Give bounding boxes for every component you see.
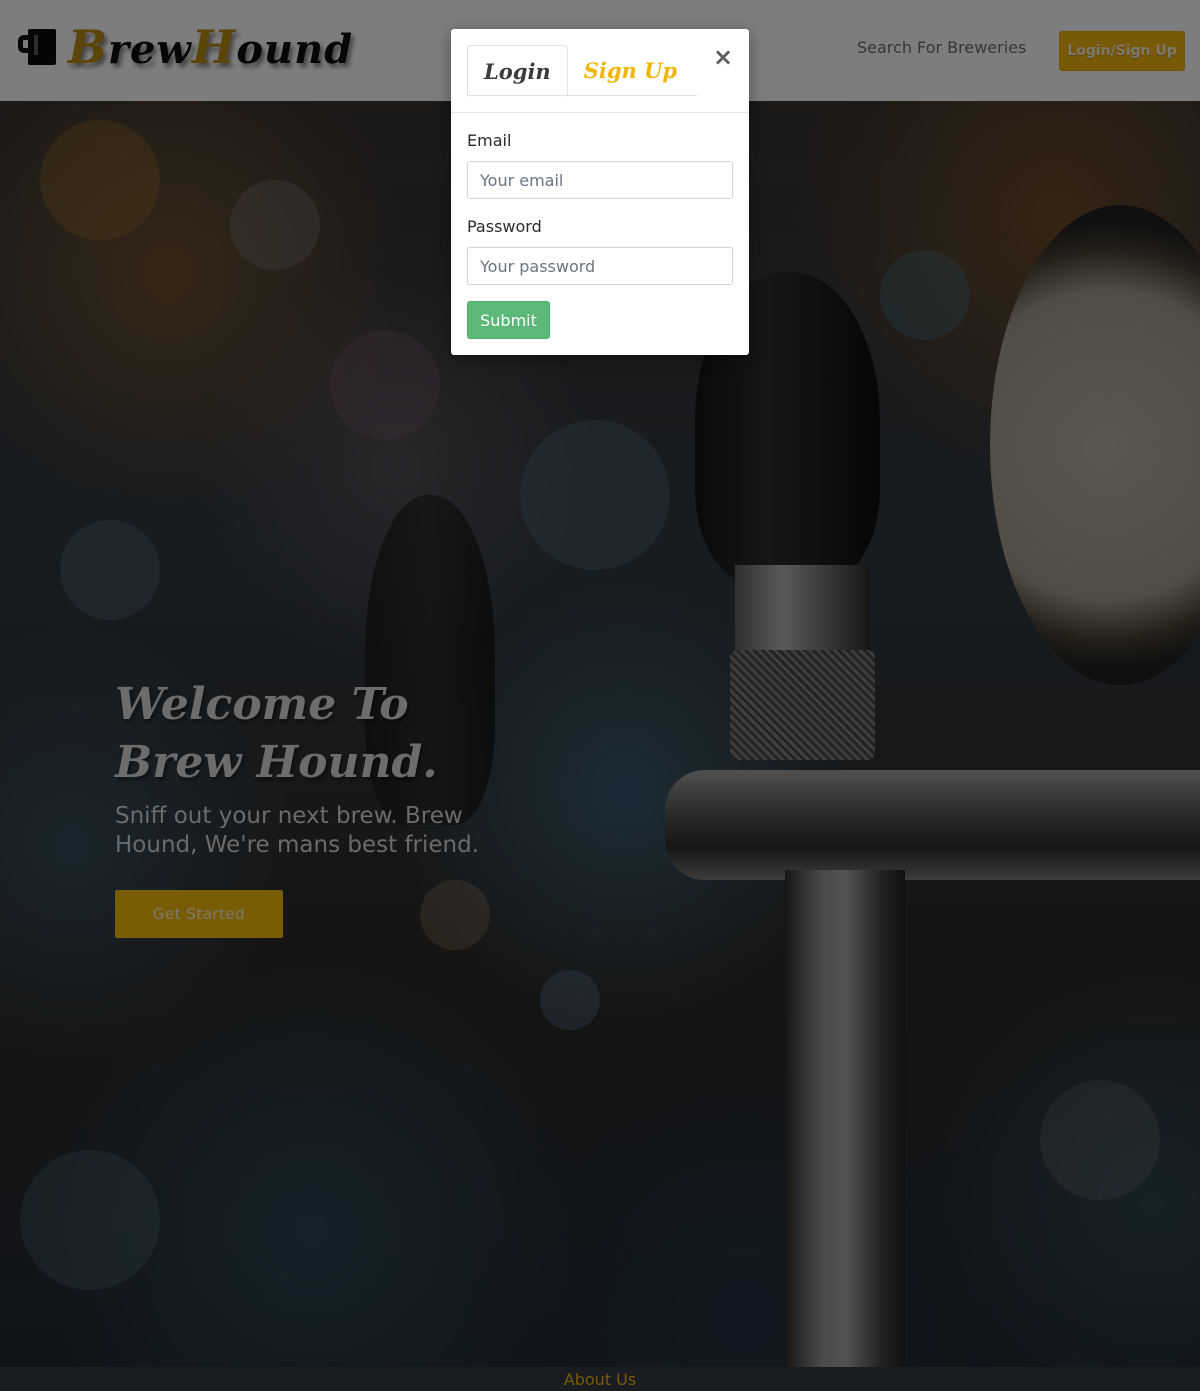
password-label: Password (467, 217, 542, 236)
password-field[interactable] (467, 247, 733, 285)
submit-button[interactable]: Submit (467, 301, 550, 339)
email-label: Email (467, 131, 512, 150)
email-field[interactable] (467, 161, 733, 199)
tab-login[interactable]: Login (467, 45, 568, 97)
email-group: Email (467, 129, 733, 199)
auth-tabs: Login Sign Up (467, 45, 697, 97)
close-icon[interactable]: × (713, 45, 733, 69)
tab-signup[interactable]: Sign Up (568, 45, 693, 96)
modal-header: Login Sign Up × (451, 29, 749, 113)
login-modal: Login Sign Up × Email Password Submit (451, 29, 749, 355)
password-group: Password (467, 215, 733, 285)
login-form: Email Password Submit (467, 129, 733, 339)
